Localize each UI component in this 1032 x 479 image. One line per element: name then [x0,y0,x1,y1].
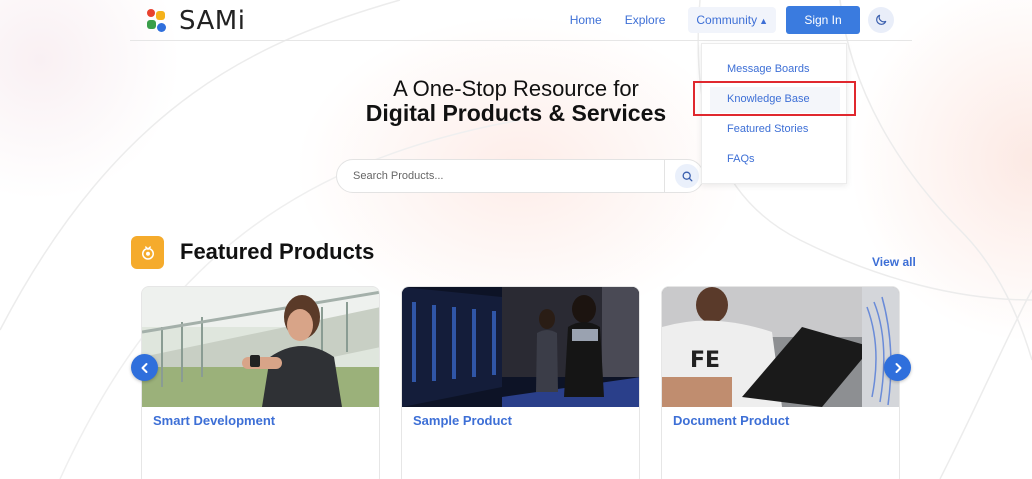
chevron-left-icon [141,362,147,373]
moon-icon [876,14,887,25]
product-card-smart-development[interactable]: Smart Development [141,286,380,479]
nav-explore[interactable]: Explore [625,13,666,27]
featured-badge [131,236,164,269]
header: SAMi Home Explore Community ▲ Sign In [130,0,912,41]
menu-item-featured-stories[interactable]: Featured Stories [727,123,808,135]
dark-mode-toggle[interactable] [868,7,894,33]
menu-item-message-boards[interactable]: Message Boards [727,63,810,75]
chevron-right-icon [895,362,901,373]
logo-icon [145,7,169,35]
search-bar [336,159,704,193]
featured-products-heading: Featured Products [180,239,375,264]
svg-text:FE: FE [690,348,720,373]
nav-community[interactable]: Community ▲ [688,7,776,33]
product-card-sample-product[interactable]: Sample Product [401,286,640,479]
product-image-fitness [142,287,379,407]
search-divider [664,159,665,193]
highlight-annotation-box [693,81,856,116]
view-all-link[interactable]: View all [872,255,916,269]
nav-home[interactable]: Home [570,13,602,27]
hero-subtitle: A One-Stop Resource for [393,76,639,101]
carousel-prev-button[interactable] [131,354,158,381]
product-image-datacenter [402,287,639,407]
product-card-document-product[interactable]: FE Document Product [661,286,900,479]
logo-text: SAMi [179,6,246,36]
product-card-title: Sample Product [413,413,512,428]
hero-title: Digital Products & Services [365,100,667,126]
logo[interactable]: SAMi [145,6,245,36]
menu-item-faqs[interactable]: FAQs [727,153,755,165]
search-icon [682,171,692,181]
chevron-up-icon: ▲ [759,16,768,26]
main-nav: Home Explore Community ▲ Sign In [570,6,894,34]
product-card-title: Smart Development [153,413,276,428]
nav-community-label: Community [696,13,758,27]
product-image-technician: FE [662,287,899,407]
search-button[interactable] [675,164,699,188]
search-input[interactable] [353,170,664,182]
sign-in-button[interactable]: Sign In [786,6,860,34]
product-card-title: Document Product [673,413,790,428]
featured-icon [141,245,154,260]
carousel-next-button[interactable] [884,354,911,381]
